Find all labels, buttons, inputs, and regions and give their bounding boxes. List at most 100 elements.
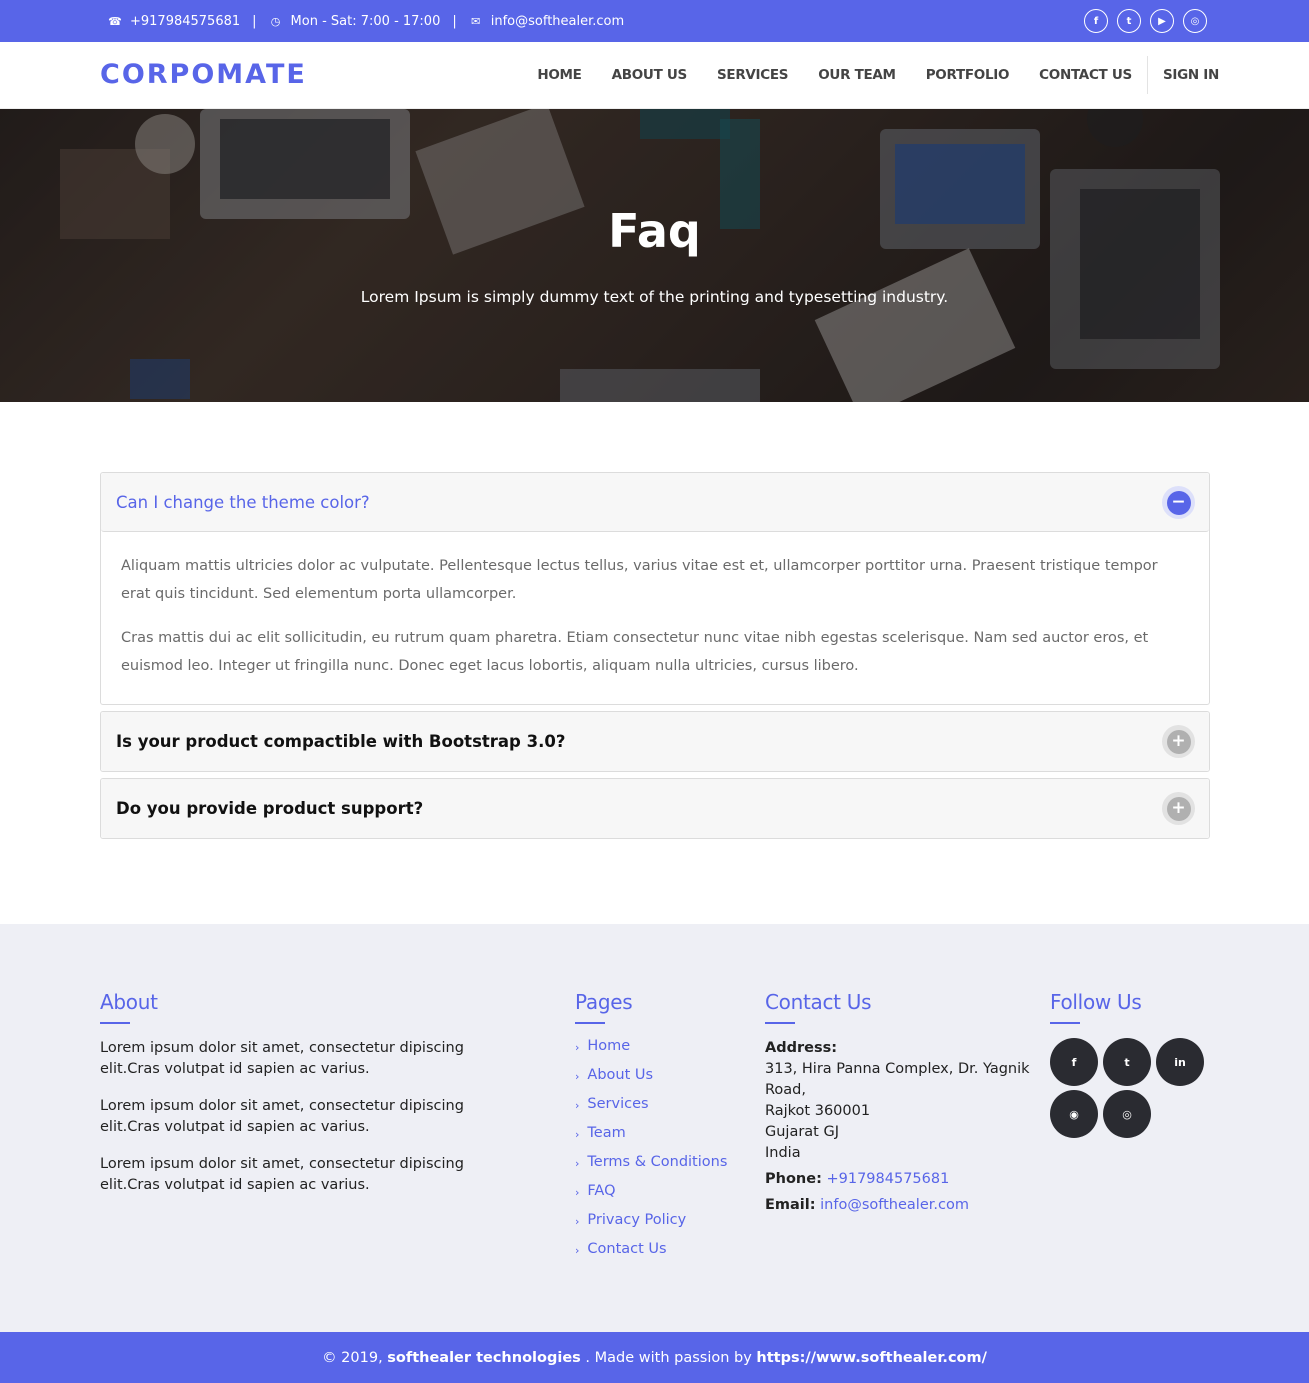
top-hours-text: Mon - Sat: 7:00 - 17:00: [290, 13, 441, 29]
footer-contact: Contact Us Address: 313, Hira Panna Comp…: [765, 990, 1030, 1216]
footer-pages-list: › Home › About Us › Services › Team › Terms &…: [575, 1038, 727, 1270]
chevron-right-icon: ›: [575, 1186, 580, 1199]
company-link[interactable]: softhealer technologies: [387, 1350, 581, 1366]
nav-item-portfolio[interactable]: PORTFOLIO: [926, 67, 1010, 83]
faq-question: Can I change the theme color?: [116, 492, 370, 512]
footer-link-contact-us[interactable]: › Contact Us: [575, 1241, 727, 1270]
separator: |: [452, 13, 457, 29]
footer-link-faq[interactable]: › FAQ: [575, 1183, 727, 1212]
chevron-right-icon: ›: [575, 1157, 580, 1170]
footer-link-label: About Us: [587, 1067, 654, 1083]
title-underline: [100, 1022, 130, 1024]
footer-link-privacy-policy[interactable]: › Privacy Policy: [575, 1212, 727, 1241]
footer-link-team[interactable]: › Team: [575, 1125, 727, 1154]
nav-item-about-us[interactable]: ABOUT US: [612, 67, 688, 83]
footer-follow-title: Follow Us: [1050, 990, 1142, 1014]
address-line: India: [765, 1145, 801, 1161]
top-phone-text: +917984575681: [130, 13, 241, 29]
footer-link-label: Privacy Policy: [587, 1212, 687, 1228]
footer-link-label: Contact Us: [587, 1241, 667, 1257]
faq-answer-paragraph: Aliquam mattis ultricies dolor ac vulput…: [121, 558, 1158, 602]
facebook-icon[interactable]: f: [1084, 9, 1108, 33]
website-link[interactable]: https://www.softhealer.com/: [756, 1350, 987, 1366]
chevron-right-icon: ›: [575, 1128, 580, 1141]
instagram-icon[interactable]: ◎: [1183, 9, 1207, 33]
email-link[interactable]: info@softhealer.com: [820, 1197, 969, 1213]
faq-accordion: Can I change the theme color? − Aliquam …: [100, 472, 1210, 845]
hero-banner: Faq Lorem Ipsum is simply dummy text of …: [0, 109, 1309, 402]
faq-item-header[interactable]: Can I change the theme color? −: [101, 473, 1209, 532]
nav-item-contact-us[interactable]: CONTACT US: [1039, 67, 1132, 83]
top-social-links: f t ▶ ◎: [1084, 9, 1207, 33]
expand-toggle[interactable]: +: [1162, 792, 1195, 825]
minus-icon: −: [1166, 490, 1191, 515]
nav-item-services[interactable]: SERVICES: [717, 67, 789, 83]
chevron-right-icon: ›: [575, 1099, 580, 1112]
linkedin-icon[interactable]: in: [1156, 1038, 1204, 1086]
address-label: Address:: [765, 1040, 838, 1056]
phone-row: Phone: +917984575681: [765, 1169, 1030, 1190]
plus-icon: +: [1166, 729, 1191, 754]
github-icon[interactable]: ◉: [1050, 1090, 1098, 1138]
faq-item-header[interactable]: Do you provide product support? +: [101, 779, 1209, 838]
phone-icon: ☎: [108, 14, 122, 28]
footer-link-label: FAQ: [587, 1183, 616, 1199]
twitter-icon[interactable]: t: [1103, 1038, 1151, 1086]
twitter-icon[interactable]: t: [1117, 9, 1141, 33]
footer-link-terms[interactable]: › Terms & Conditions: [575, 1154, 727, 1183]
site-footer: About Lorem ipsum dolor sit amet, consec…: [0, 924, 1309, 1332]
sign-in-link[interactable]: SIGN IN: [1163, 67, 1219, 83]
faq-item: Do you provide product support? +: [100, 778, 1210, 839]
top-phone[interactable]: ☎ +917984575681: [108, 14, 240, 29]
plus-icon: +: [1166, 796, 1191, 821]
address-line: 313, Hira Panna Complex, Dr. Yagnik: [765, 1061, 1030, 1077]
top-bar: ☎ +917984575681 | ◷ Mon - Sat: 7:00 - 17…: [0, 0, 1309, 42]
faq-item-header[interactable]: Is your product compactible with Bootstr…: [101, 712, 1209, 771]
chevron-right-icon: ›: [575, 1070, 580, 1083]
page-title: Faq: [608, 204, 701, 258]
copyright-prefix: © 2019,: [322, 1349, 383, 1366]
footer-link-label: Services: [587, 1096, 649, 1112]
address-line: Gujarat GJ: [765, 1124, 839, 1140]
nav-item-home[interactable]: HOME: [537, 67, 582, 83]
faq-question: Is your product compactible with Bootstr…: [116, 732, 566, 751]
footer-pages: Pages › Home › About Us › Services › Team › T…: [575, 990, 727, 1270]
top-email[interactable]: ✉ info@softhealer.com: [469, 14, 624, 29]
footer-follow: Follow Us f t in ◉ ◎: [1050, 990, 1220, 1138]
faq-answer: Aliquam mattis ultricies dolor ac vulput…: [101, 532, 1209, 704]
chevron-right-icon: ›: [575, 1041, 580, 1054]
top-hours: ◷ Mon - Sat: 7:00 - 17:00: [269, 14, 441, 29]
expand-toggle[interactable]: +: [1162, 725, 1195, 758]
footer-about-text: Lorem ipsum dolor sit amet, consectetur …: [100, 1098, 464, 1135]
email-row: Email: info@softhealer.com: [765, 1195, 1030, 1216]
social-buttons: f t in ◉ ◎: [1050, 1038, 1220, 1138]
nav-item-our-team[interactable]: OUR TEAM: [818, 67, 896, 83]
facebook-icon[interactable]: f: [1050, 1038, 1098, 1086]
faq-item: Is your product compactible with Bootstr…: [100, 711, 1210, 772]
address-line: Rajkot 360001: [765, 1103, 871, 1119]
nav-divider: [1146, 56, 1148, 94]
footer-link-about-us[interactable]: › About Us: [575, 1067, 727, 1096]
youtube-icon[interactable]: ▶: [1150, 9, 1174, 33]
clock-icon: ◷: [270, 14, 281, 28]
footer-link-label: Home: [587, 1038, 631, 1054]
address-line: Road,: [765, 1082, 806, 1098]
footer-link-home[interactable]: › Home: [575, 1038, 727, 1067]
footer-link-label: Terms & Conditions: [587, 1154, 728, 1170]
separator: |: [252, 13, 257, 29]
collapse-toggle[interactable]: −: [1162, 486, 1195, 519]
footer-link-services[interactable]: › Services: [575, 1096, 727, 1125]
instagram-icon[interactable]: ◎: [1103, 1090, 1151, 1138]
title-underline: [1050, 1022, 1080, 1024]
faq-item: Can I change the theme color? − Aliquam …: [100, 472, 1210, 705]
top-email-text: info@softhealer.com: [490, 13, 625, 29]
phone-link[interactable]: +917984575681: [826, 1171, 949, 1187]
footer-about-title: About: [100, 990, 158, 1014]
faq-question: Do you provide product support?: [116, 799, 424, 818]
page-subtitle: Lorem Ipsum is simply dummy text of the …: [360, 288, 949, 306]
footer-link-label: Team: [587, 1125, 626, 1141]
site-logo[interactable]: CORPOMATE: [100, 59, 307, 90]
email-label: Email:: [765, 1197, 816, 1213]
envelope-icon: ✉: [471, 14, 481, 28]
title-underline: [575, 1022, 605, 1024]
